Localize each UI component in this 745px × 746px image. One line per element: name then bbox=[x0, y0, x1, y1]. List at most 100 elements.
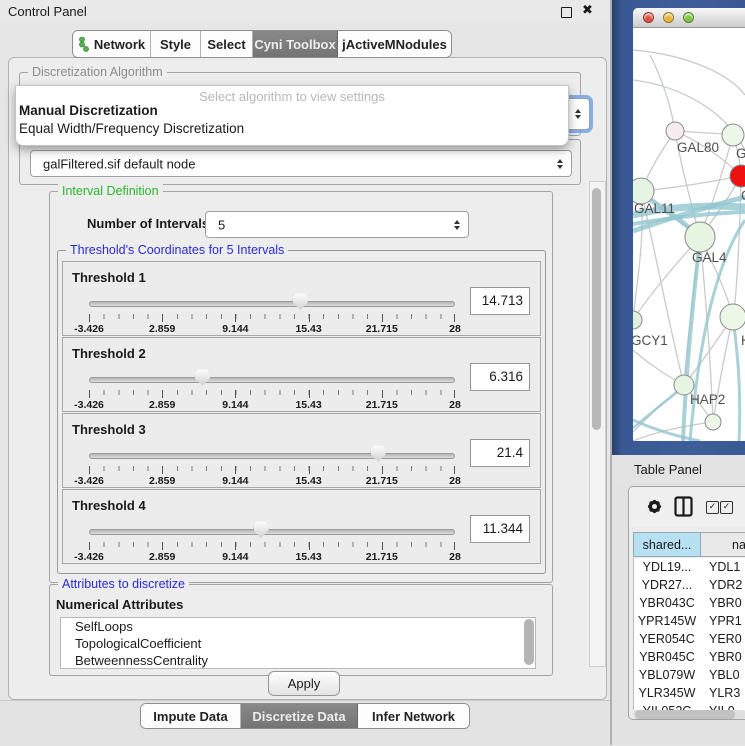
apply-button[interactable]: Apply bbox=[268, 671, 340, 696]
threshold-slider[interactable] bbox=[89, 292, 455, 314]
mac-zoom-icon[interactable] bbox=[683, 12, 694, 23]
mac-minimize-icon[interactable] bbox=[663, 12, 674, 23]
tab-network[interactable]: Network bbox=[73, 31, 151, 57]
close-icon[interactable]: ✖ bbox=[582, 3, 593, 18]
scale-label: 21.715 bbox=[366, 399, 398, 411]
network-node[interactable] bbox=[720, 304, 745, 330]
cyni-toolbox-panel: Discretization Algorithm Select algorith… bbox=[8, 57, 607, 700]
network-canvas[interactable]: GAL80GACGAL11GAL4GCY1HHAP2 bbox=[633, 28, 745, 441]
checkbox-icon[interactable]: ✓ bbox=[706, 501, 719, 514]
cell-name: YER0 bbox=[709, 630, 742, 648]
panel-scrollbar[interactable] bbox=[589, 181, 606, 667]
scale-label: 15.43 bbox=[295, 475, 321, 487]
cell-shared-name: YBL079W bbox=[634, 666, 700, 684]
tab-cyni-toolbox[interactable]: Cyni Toolbox bbox=[253, 31, 338, 57]
slider-track[interactable] bbox=[89, 453, 455, 459]
gear-icon[interactable] bbox=[646, 498, 663, 515]
network-edge[interactable] bbox=[650, 55, 675, 131]
network-node[interactable] bbox=[666, 122, 684, 140]
bottom-tab-infer-network[interactable]: Infer Network bbox=[358, 704, 469, 728]
table-row[interactable]: YPR145WYPR1 bbox=[634, 612, 745, 630]
slider-handle[interactable] bbox=[195, 369, 210, 386]
slider-track[interactable] bbox=[89, 301, 455, 307]
menu-item-equal-width-frequency[interactable]: Equal Width/Frequency Discretization bbox=[19, 121, 244, 136]
tab-jactivemnodules[interactable]: jActiveMNodules bbox=[338, 31, 451, 57]
interval-definition-title: Interval Definition bbox=[58, 184, 163, 198]
top-tab-bar: NetworkStyleSelectCyni Toolbox jActiveMNo… bbox=[72, 30, 452, 58]
threshold-row: Threshold 3-3.4262.8599.14415.4321.71528… bbox=[62, 413, 541, 488]
number-of-intervals-label: Number of Intervals bbox=[87, 216, 209, 231]
network-node-label: GAL11 bbox=[634, 201, 675, 216]
slider-handle[interactable] bbox=[293, 293, 308, 310]
table-data-combo-value: galFiltered.sif default node bbox=[43, 156, 195, 171]
network-node[interactable] bbox=[685, 222, 715, 252]
slider-track[interactable] bbox=[89, 529, 455, 535]
combo-stepper-icon bbox=[575, 109, 581, 119]
network-edge-thick[interactable] bbox=[733, 319, 740, 441]
attribute-list-item[interactable]: BetweennessCentrality bbox=[61, 652, 535, 669]
table-data-combo[interactable]: galFiltered.sif default node bbox=[30, 150, 572, 177]
network-node-label: GA bbox=[736, 146, 745, 161]
network-edge[interactable] bbox=[641, 176, 741, 191]
combo-stepper-icon bbox=[454, 220, 460, 230]
table-row[interactable]: YDL19...YDL1 bbox=[634, 558, 745, 576]
threshold-slider[interactable] bbox=[89, 444, 455, 466]
table-hscrollbar-thumb[interactable] bbox=[635, 710, 735, 719]
network-edge-thick[interactable] bbox=[683, 240, 700, 441]
attribute-list-item[interactable]: TopologicalCoefficient bbox=[61, 635, 535, 652]
table-row[interactable]: YDR27...YDR2 bbox=[634, 576, 745, 594]
scale-label: 28 bbox=[449, 323, 461, 335]
slider-handle[interactable] bbox=[254, 521, 269, 538]
split-columns-icon[interactable] bbox=[674, 496, 693, 517]
attributes-list[interactable]: SelfLoopsTopologicalCoefficientBetweenne… bbox=[60, 617, 536, 669]
network-node[interactable] bbox=[705, 414, 721, 430]
table-row[interactable]: YBR045CYBR0 bbox=[634, 648, 745, 666]
table-hscrollbar[interactable] bbox=[633, 710, 745, 719]
table-rows: YDL19...YDL1YDR27...YDR2YBR043CYBR0YPR14… bbox=[633, 558, 745, 710]
scale-label: -3.426 bbox=[74, 399, 104, 411]
threshold-value-field[interactable]: 14.713 bbox=[470, 287, 530, 315]
network-edge-thick[interactable] bbox=[633, 387, 684, 428]
threshold-value-field[interactable]: 11.344 bbox=[470, 515, 530, 543]
slider-handle[interactable] bbox=[371, 445, 386, 462]
table-row[interactable]: YBL079WYBL0 bbox=[634, 666, 745, 684]
table-row[interactable]: YLR345W YLR3 bbox=[634, 684, 745, 702]
threshold-label: Threshold 4 bbox=[72, 498, 146, 513]
cell-name: YBR0 bbox=[709, 648, 742, 666]
column-header-name[interactable]: name bbox=[701, 532, 745, 557]
attribute-list-item[interactable]: SelfLoops bbox=[61, 618, 535, 635]
tab-label: jActiveMNodules bbox=[342, 37, 447, 52]
tab-select[interactable]: Select bbox=[201, 31, 253, 57]
slider-track[interactable] bbox=[89, 377, 455, 383]
bottom-tab-discretize-data[interactable]: Discretize Data bbox=[241, 704, 358, 728]
network-node[interactable] bbox=[633, 311, 642, 329]
bottom-tab-impute-data[interactable]: Impute Data bbox=[141, 704, 241, 728]
scale-label: 9.144 bbox=[222, 399, 248, 411]
menu-item-manual-discretization[interactable]: Manual Discretization bbox=[19, 103, 158, 118]
attributes-scrollbar[interactable] bbox=[524, 619, 534, 665]
cell-shared-name: YLR345W bbox=[634, 684, 700, 702]
table-panel-window: ✓ ✓ shared... name YDL19...YDL1YDR27...Y… bbox=[628, 486, 745, 720]
checkbox-icon[interactable]: ✓ bbox=[720, 501, 733, 514]
mac-close-icon[interactable] bbox=[643, 12, 654, 23]
number-of-intervals-combo[interactable]: 5 bbox=[205, 211, 469, 238]
network-edge[interactable] bbox=[633, 50, 745, 95]
table-row[interactable]: YBR043CYBR0 bbox=[634, 594, 745, 612]
slider-ticks bbox=[89, 390, 455, 398]
float-window-icon[interactable] bbox=[561, 7, 572, 18]
cell-shared-name: YIL052C bbox=[634, 702, 700, 710]
network-window: GAL80GACGAL11GAL4GCY1HHAP2 bbox=[633, 8, 745, 441]
panel-scrollbar-thumb[interactable] bbox=[592, 188, 601, 430]
cell-name: YLR3 bbox=[709, 684, 740, 702]
table-row[interactable]: YER054CYER0 bbox=[634, 630, 745, 648]
threshold-value-field[interactable]: 6.316 bbox=[470, 363, 530, 391]
threshold-value-field[interactable]: 21.4 bbox=[470, 439, 530, 467]
threshold-label: Threshold 2 bbox=[72, 346, 146, 361]
network-node-label: GCY1 bbox=[633, 333, 668, 348]
tab-style[interactable]: Style bbox=[151, 31, 201, 57]
threshold-slider[interactable] bbox=[89, 368, 455, 390]
table-row[interactable]: YIL052CYIL0 bbox=[634, 702, 745, 710]
network-node[interactable] bbox=[722, 124, 744, 146]
threshold-slider[interactable] bbox=[89, 520, 455, 542]
column-header-shared[interactable]: shared... bbox=[633, 532, 701, 557]
